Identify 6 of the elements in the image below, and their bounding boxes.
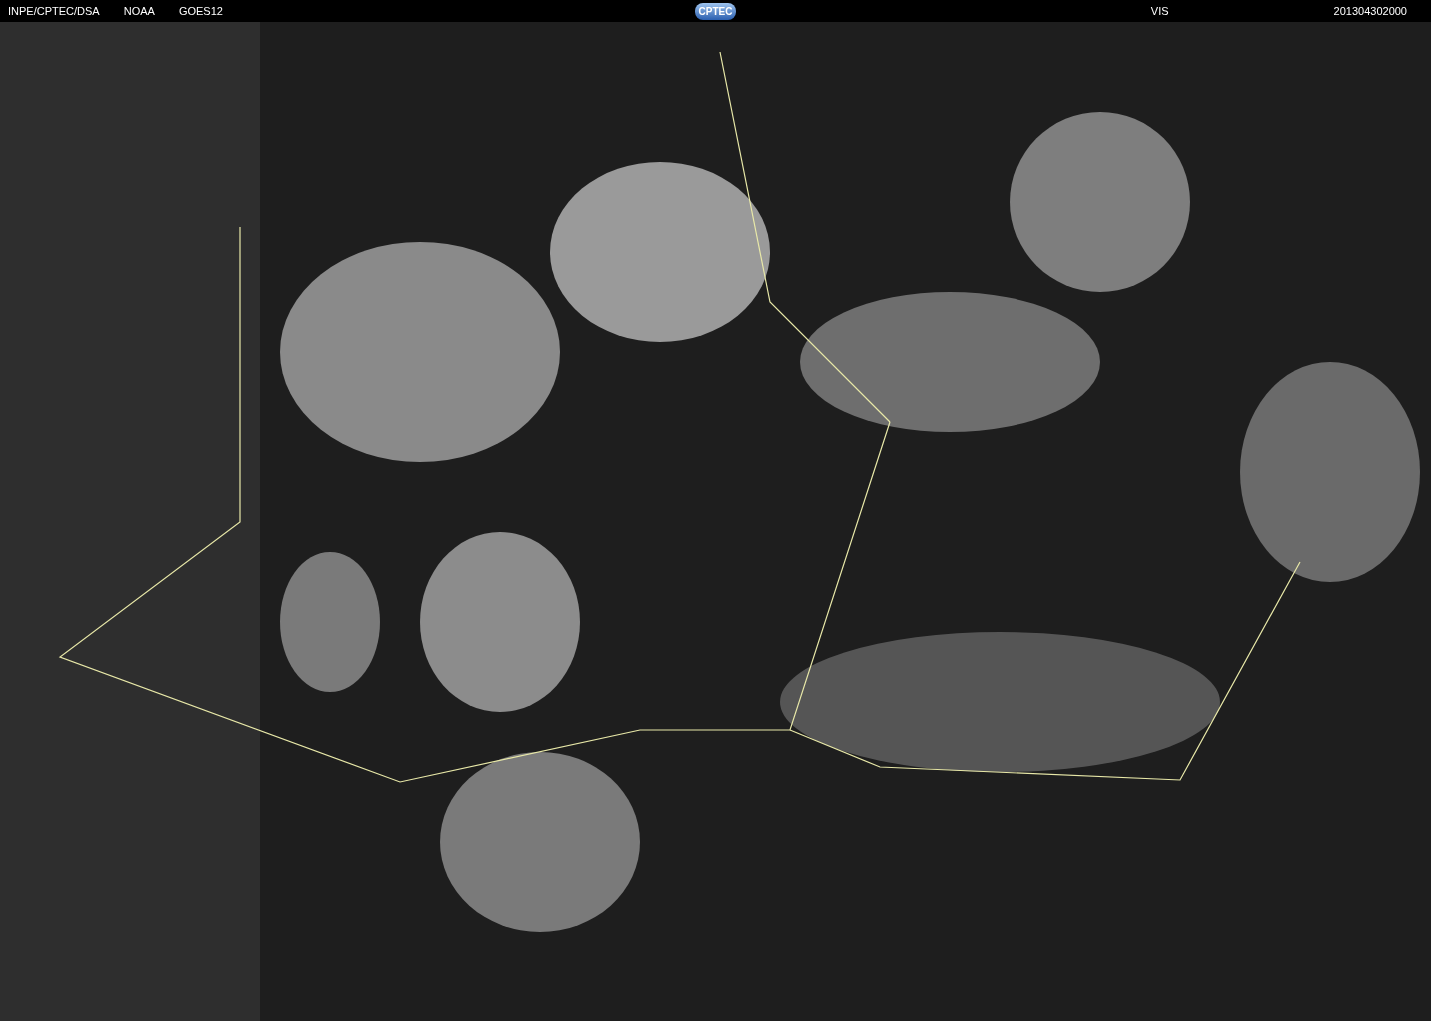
channel-label: VIS xyxy=(1150,5,1169,17)
timestamp: 201304302000 xyxy=(1333,5,1407,17)
logo: CPTEC xyxy=(694,2,737,20)
header-label: INPE/CPTEC/DSA xyxy=(8,5,100,17)
header-label: GOES12 xyxy=(178,5,223,17)
header-label: NOAA xyxy=(123,5,155,17)
